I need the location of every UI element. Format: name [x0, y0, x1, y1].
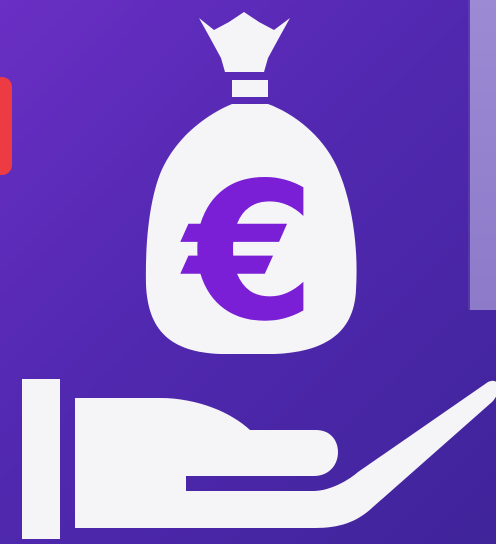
- euro-symbol: €: [180, 142, 316, 363]
- hand-icon: [22, 379, 496, 539]
- money-hand-illustration: €: [22, 12, 496, 539]
- euro-icon: €: [180, 142, 316, 363]
- illustration-stage: €: [0, 0, 496, 544]
